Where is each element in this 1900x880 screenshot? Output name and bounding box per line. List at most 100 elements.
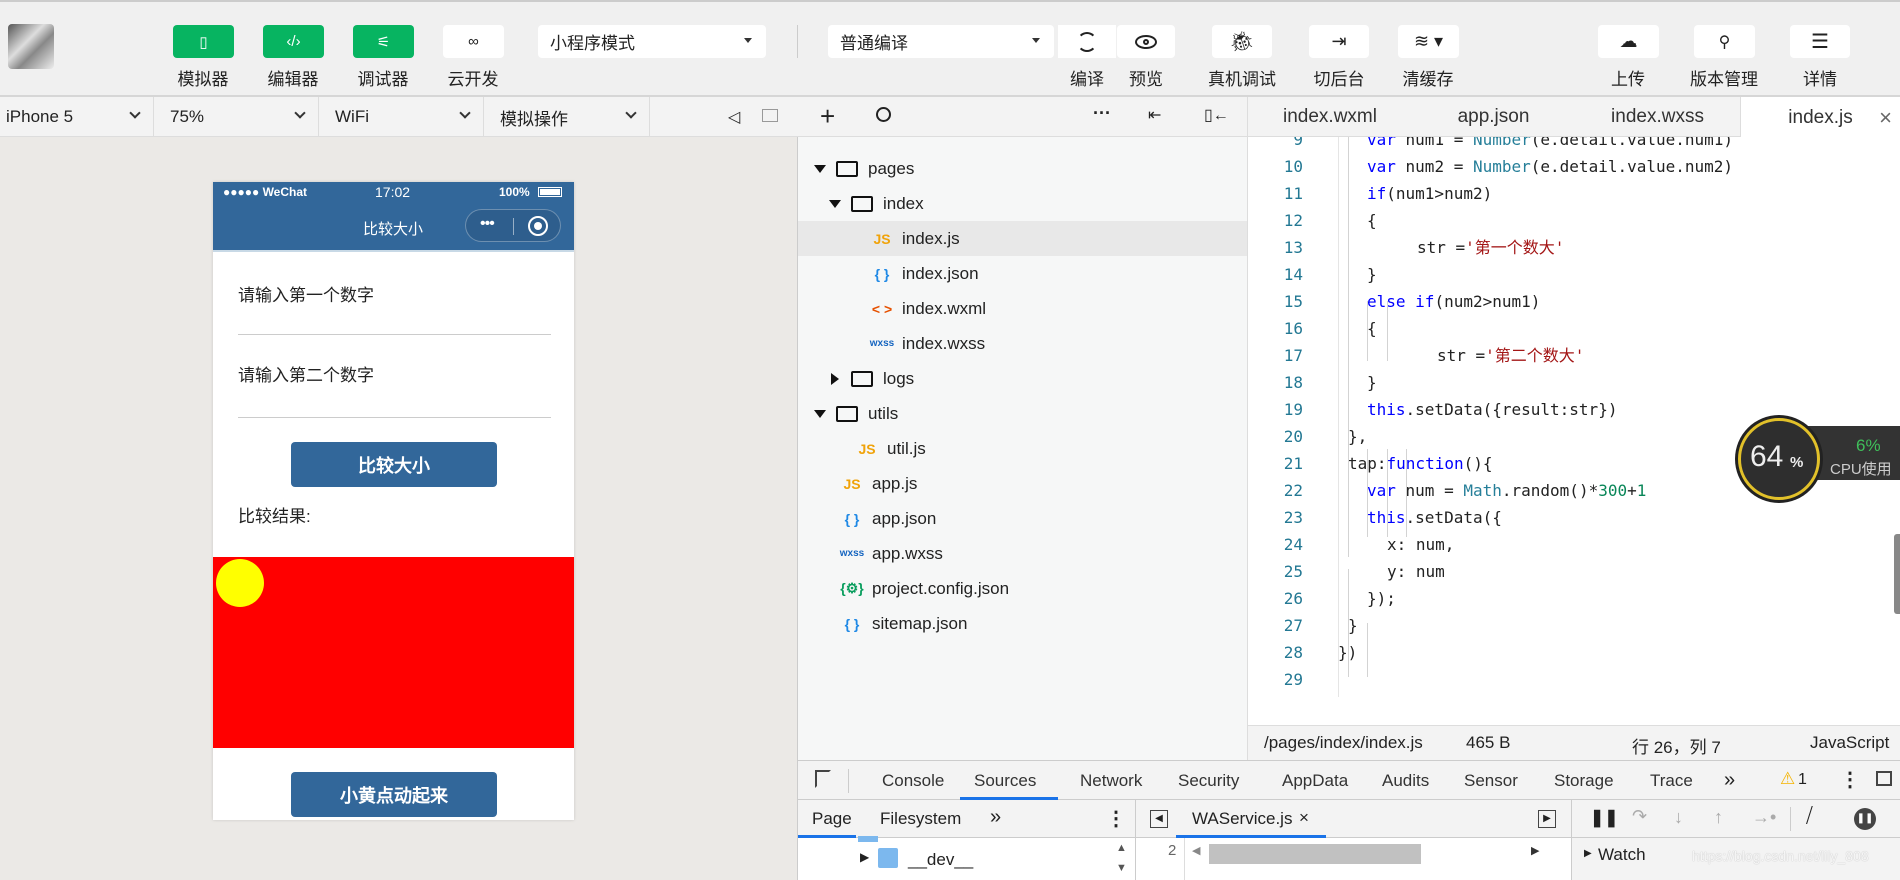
scroll-up-icon[interactable]: ▲ [1116,842,1127,854]
details-button[interactable]: ☰ [1790,25,1850,58]
horizontal-scrollbar[interactable] [1209,844,1421,864]
devtools-tab[interactable]: Sources [974,761,1036,800]
close-tab-icon[interactable]: × [1879,105,1892,131]
compile-select[interactable]: 普通编译 [828,25,1054,58]
clear-cache-button[interactable]: ≋ ▾ [1398,25,1459,58]
step-icon[interactable]: →• [1752,807,1776,828]
background-button[interactable]: ⇥ [1309,25,1369,58]
kebab-menu-icon[interactable]: ⋮ [1106,806,1126,831]
mode-button-1[interactable]: ‹/› [263,25,324,58]
devtools-tab[interactable]: Trace [1650,761,1693,800]
tab-page[interactable]: Page [812,809,852,829]
compile-button[interactable] [1058,25,1116,58]
caret-right-icon[interactable] [831,372,839,385]
tree-item[interactable]: index [798,186,1247,221]
tab-filesystem[interactable]: Filesystem [880,809,961,829]
caret-down-icon[interactable] [814,409,826,418]
scroll-right-icon[interactable]: ▶ [1531,844,1539,857]
toggle-navigator-icon[interactable]: ◀ [1150,810,1168,828]
mode-button-3[interactable]: ∞ [443,25,504,58]
first-number-input[interactable] [238,306,551,334]
pause-icon[interactable]: ❚❚ [1590,808,1619,828]
tree-item-dev[interactable]: __dev__ [908,850,973,870]
code-text: var num2 = Number(e.detail.value.num2) [1367,157,1734,176]
expand-arrow-icon[interactable]: ▶ [860,850,869,864]
inspect-element-icon[interactable] [815,770,831,788]
tree-item[interactable]: utils [798,396,1247,431]
zoom-select[interactable]: 75% [154,97,319,137]
expand-watch-icon[interactable]: ▶ [1584,848,1592,859]
devtools-tab[interactable]: Sensor [1464,761,1518,800]
volume-icon[interactable]: ◁ [728,107,740,127]
dock-icon[interactable] [1876,771,1892,786]
tree-item[interactable]: {⚙} project.config.json [798,571,1247,606]
remote-debug-button[interactable]: 🐞︎ [1212,25,1272,58]
tree-item[interactable]: JS app.js [798,466,1247,501]
search-icon[interactable] [876,107,891,122]
tree-item[interactable]: < > index.wxml [798,291,1247,326]
scroll-down-icon[interactable]: ▼ [1116,862,1127,874]
tree-item[interactable]: JS index.js [798,221,1247,256]
animate-dot-button[interactable]: 小黄点动起来 [291,772,497,817]
upload-button[interactable]: ☁ [1598,25,1659,58]
warning-count[interactable]: 1 [1798,771,1807,789]
code-text: this.setData({result:str}) [1367,400,1618,419]
step-over-icon[interactable]: ↷ [1632,806,1647,827]
deactivate-breakpoints-icon[interactable]: ⧸ [1806,805,1813,828]
second-number-input[interactable] [238,388,551,416]
tab-waservice-js[interactable]: WAService.js [1192,809,1292,829]
step-into-icon[interactable]: ↓ [1674,807,1683,828]
popout-icon[interactable] [762,109,778,122]
mode-select[interactable]: 小程序模式 [538,25,766,58]
tree-item[interactable]: logs [798,361,1247,396]
compare-button[interactable]: 比较大小 [291,442,497,487]
devtools-tab[interactable]: Console [882,761,944,800]
toggle-debugger-icon[interactable]: ▶ [1538,810,1556,828]
kebab-menu-icon[interactable]: ⋮ [1840,767,1860,792]
tree-item[interactable]: { } index.json [798,256,1247,291]
editor-tab[interactable]: index.wxml [1248,97,1412,137]
collapse-icon[interactable]: ⇤ [1148,105,1161,125]
caret-down-icon[interactable] [829,199,841,208]
capsule-button[interactable]: ••• [465,209,561,242]
add-file-icon[interactable]: + [820,101,835,132]
more-tabs-button[interactable]: » [1724,769,1735,792]
close-miniprogram-icon[interactable] [528,216,548,236]
version-button[interactable]: ⚲ [1694,25,1755,58]
user-avatar[interactable] [8,24,54,69]
editor-tab[interactable]: index.js × [1740,97,1900,138]
devtools-tab[interactable]: AppData [1282,761,1348,800]
toggle-panel-icon[interactable]: ▯← [1204,105,1229,125]
cursor-position[interactable]: 行 26，列 7 [1632,733,1721,758]
operation-select[interactable]: 模拟操作 [484,97,650,137]
devtools-tab[interactable]: Audits [1382,761,1429,800]
watch-section[interactable]: Watch [1598,845,1646,865]
devtools-tab[interactable]: Network [1080,761,1142,800]
devtools-tab[interactable]: Storage [1554,761,1614,800]
tree-item[interactable]: pages [798,151,1247,186]
warning-icon[interactable]: ⚠ [1780,769,1795,789]
tree-item[interactable]: JS util.js [798,431,1247,466]
more-nav-button[interactable]: » [990,806,1001,829]
more-icon[interactable]: ••• [480,215,495,233]
step-out-icon[interactable]: ↑ [1714,807,1723,828]
mode-button-2[interactable]: ⚟ [353,25,414,58]
editor-tab[interactable]: app.json [1412,97,1575,137]
language-mode[interactable]: JavaScript [1810,733,1889,753]
tree-item[interactable]: { } app.json [798,501,1247,536]
tree-item[interactable]: wxss app.wxss [798,536,1247,571]
pause-on-exceptions-icon[interactable]: ❚❚ [1854,808,1876,830]
devtools-tab[interactable]: Security [1178,761,1239,800]
tree-item[interactable]: wxss index.wxss [798,326,1247,361]
close-tab-icon[interactable]: × [1299,808,1309,828]
scroll-left-icon[interactable]: ◀ [1192,844,1200,857]
preview-button[interactable] [1117,25,1175,58]
mode-button-0[interactable]: ▯ [173,25,234,58]
more-icon[interactable]: ··· [1093,103,1111,124]
device-select[interactable]: iPhone 5 [0,97,154,137]
caret-down-icon[interactable] [814,164,826,173]
performance-widget[interactable]: 64 % 6% CPU使用 [1738,418,1900,500]
editor-tab[interactable]: index.wxss [1575,97,1740,137]
tree-item[interactable]: { } sitemap.json [798,606,1247,641]
network-select[interactable]: WiFi [319,97,484,137]
